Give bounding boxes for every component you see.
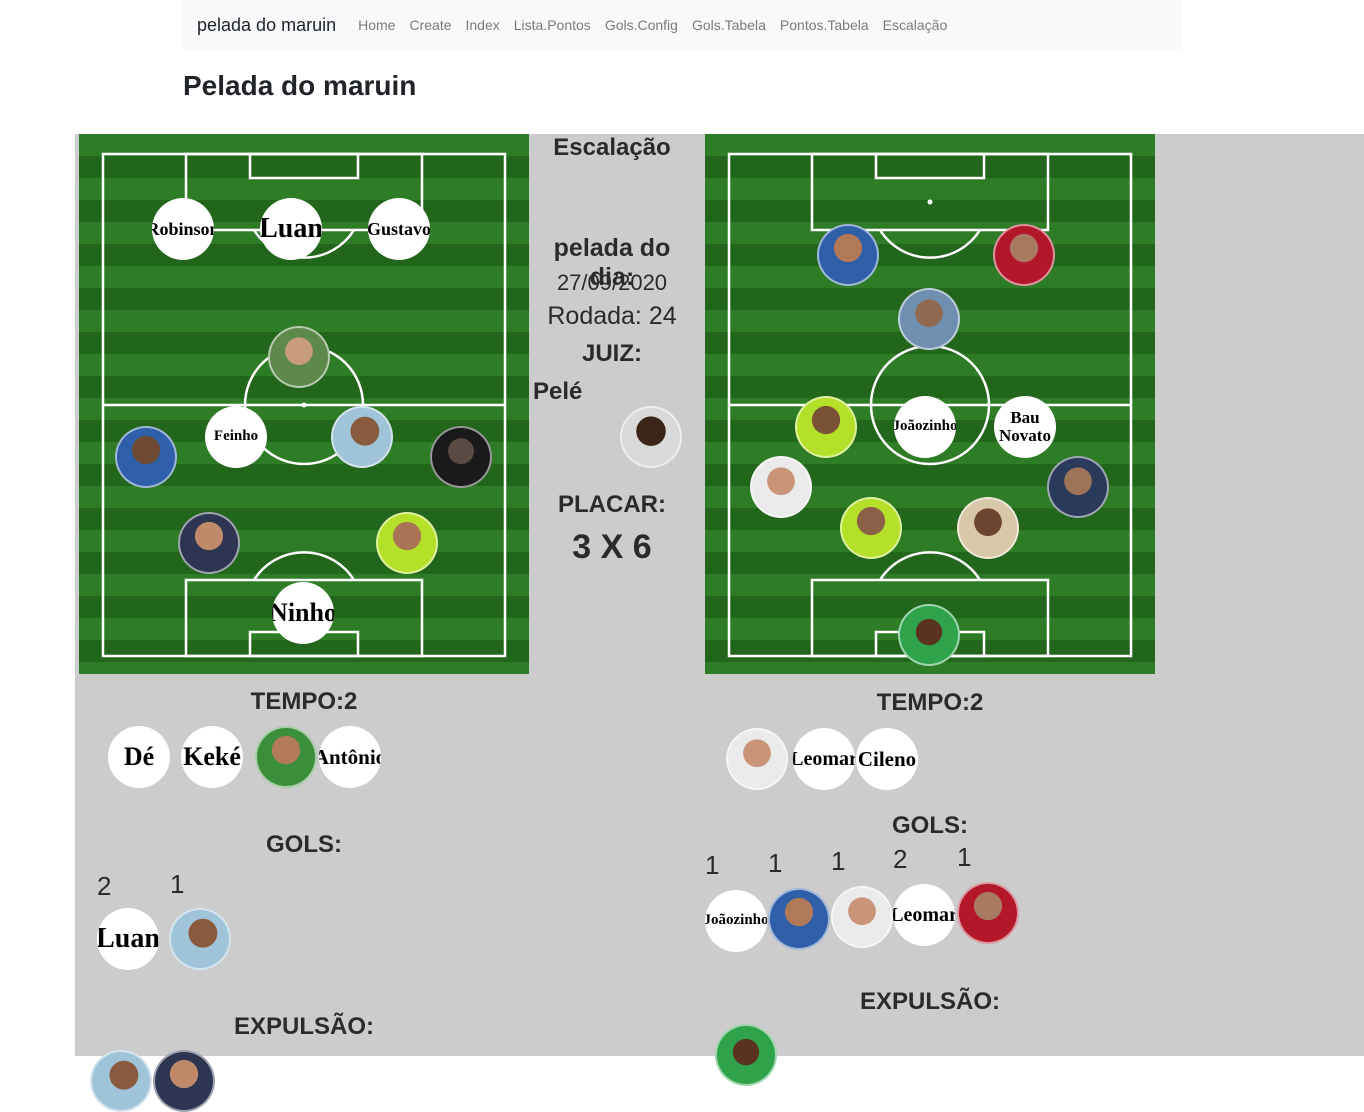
nav-link-create[interactable]: Create [409, 17, 451, 33]
goal-count: 1 [957, 842, 972, 872]
player-photo-avatar[interactable] [430, 426, 492, 488]
nav-link-pontos-tabela[interactable]: Pontos.Tabela [780, 17, 869, 33]
bench-player-photo-avatar[interactable] [726, 728, 788, 790]
player-photo-avatar[interactable] [115, 426, 177, 488]
player-joaozinho[interactable]: Joãozinho [894, 396, 956, 458]
gols-label-team-b: GOLS: [892, 812, 968, 839]
goal-count: 1 [831, 846, 846, 876]
expelled-player-photo-avatar[interactable] [153, 1050, 215, 1112]
player-photo-avatar[interactable] [376, 512, 438, 574]
goal-scorer-joaozinho[interactable]: Joãozinho [705, 890, 767, 952]
referee-name: Pelé [533, 378, 583, 405]
nav-link-escalacao[interactable]: Escalação [883, 17, 948, 33]
expelled-player-photo-avatar[interactable] [90, 1050, 152, 1112]
bench-player-cileno[interactable]: Cileno [856, 728, 918, 790]
player-photo-avatar[interactable] [795, 396, 857, 458]
referee-photo-avatar[interactable] [620, 406, 682, 468]
player-photo-avatar[interactable] [178, 512, 240, 574]
lineup-heading: Escalação [553, 134, 671, 161]
expulsao-label-team-b: EXPULSÃO: [859, 988, 1000, 1015]
goal-scorer-photo-avatar[interactable] [831, 886, 893, 948]
round-number: Rodada: 24 [547, 302, 677, 330]
nav-link-gols-config[interactable]: Gols.Config [605, 17, 678, 33]
tempo-label-team-b: TEMPO:2 [876, 689, 984, 716]
player-bau-novato[interactable]: Bau Novato [994, 396, 1056, 458]
goal-count: 1 [170, 869, 185, 899]
goal-count: 1 [705, 850, 720, 880]
bench-player-antonio[interactable]: Antônio [319, 726, 381, 788]
bench-player-photo-avatar[interactable] [255, 726, 317, 788]
goal-count: 1 [768, 848, 783, 878]
nav-link-index[interactable]: Index [466, 17, 500, 33]
player-ninho[interactable]: Ninho [272, 582, 334, 644]
player-photo-avatar[interactable] [957, 497, 1019, 559]
pitch-team-b: Joãozinho Bau Novato [705, 134, 1155, 674]
player-photo-avatar[interactable] [840, 497, 902, 559]
bench-player-de[interactable]: Dé [108, 726, 170, 788]
goal-scorer-photo-avatar[interactable] [957, 882, 1019, 944]
expelled-player-photo-avatar[interactable] [715, 1024, 777, 1086]
player-robinson[interactable]: Robinson [152, 198, 214, 260]
pitch-team-a: Robinson Luan Gustavo Feinho Ninho [79, 134, 529, 674]
player-feinho[interactable]: Feinho [205, 406, 267, 468]
player-photo-avatar[interactable] [268, 326, 330, 388]
player-photo-avatar[interactable] [817, 224, 879, 286]
goal-scorer-photo-avatar[interactable] [768, 888, 830, 950]
top-navbar: pelada do maruin Home Create Index Lista… [183, 0, 1182, 50]
goal-scorer-luan[interactable]: Luan [97, 908, 159, 970]
gols-label-team-a: GOLS: [266, 831, 342, 858]
player-luan[interactable]: Luan [260, 198, 322, 260]
player-photo-avatar[interactable] [1047, 456, 1109, 518]
lineup-board: Robinson Luan Gustavo Feinho Ninho Escal… [75, 134, 1364, 1112]
goal-count: 2 [893, 844, 908, 874]
player-photo-avatar[interactable] [993, 224, 1055, 286]
score-value: 3 X 6 [572, 528, 652, 566]
goal-scorer-photo-avatar[interactable] [169, 908, 231, 970]
bench-player-keke[interactable]: Keké [181, 726, 243, 788]
player-photo-avatar[interactable] [331, 406, 393, 468]
player-gustavo[interactable]: Gustavo [368, 198, 430, 260]
player-photo-avatar[interactable] [898, 288, 960, 350]
nav-link-home[interactable]: Home [358, 17, 395, 33]
page-title: Pelada do maruin [183, 70, 417, 101]
expulsao-label-team-a: EXPULSÃO: [233, 1013, 374, 1040]
referee-label: JUIZ: [582, 340, 642, 367]
goal-count: 2 [97, 871, 112, 901]
match-date: 27/09/2020 [556, 270, 668, 295]
navbar-brand[interactable]: pelada do maruin [197, 15, 336, 36]
goal-scorer-leomar[interactable]: Leomar [893, 884, 955, 946]
bench-player-leomar[interactable]: Leomar [793, 728, 855, 790]
player-photo-avatar[interactable] [898, 604, 960, 666]
nav-link-lista-pontos[interactable]: Lista.Pontos [514, 17, 591, 33]
score-label: PLACAR: [558, 491, 666, 518]
tempo-label-team-a: TEMPO:2 [250, 688, 358, 715]
player-photo-avatar[interactable] [750, 456, 812, 518]
nav-link-gols-tabela[interactable]: Gols.Tabela [692, 17, 766, 33]
